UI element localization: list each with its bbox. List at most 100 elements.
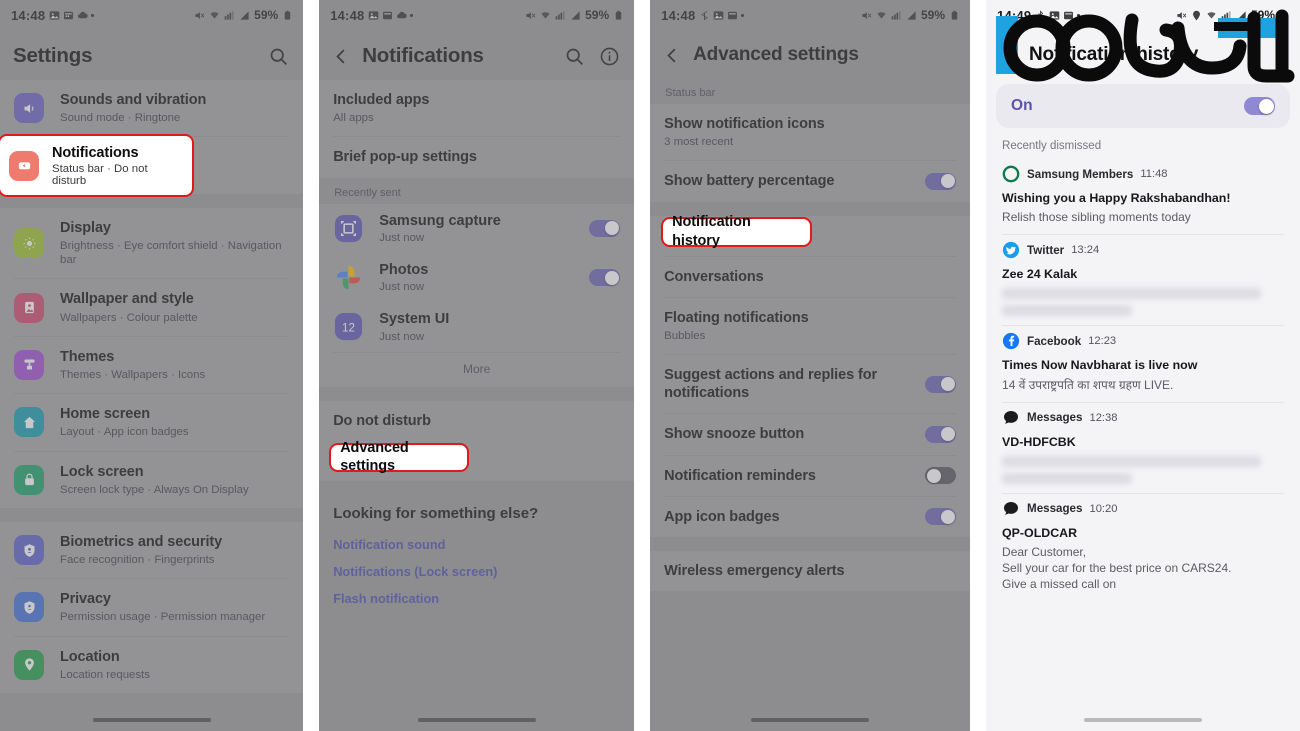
notification-item[interactable]: Messages 12:38 VD-HDFCBK bbox=[986, 403, 1300, 493]
row-toggle[interactable] bbox=[925, 425, 957, 443]
adv-row-notification-reminders[interactable]: Notification reminders bbox=[650, 456, 970, 496]
adv-row-show-battery-percentage[interactable]: Show battery percentage bbox=[650, 161, 970, 201]
row-title: Show battery percentage bbox=[664, 173, 835, 190]
gallery-icon bbox=[713, 10, 724, 21]
notif-group-top: Included apps All apps Brief pop-up sett… bbox=[319, 80, 635, 178]
adv-row-app-icon-badges[interactable]: App icon badges bbox=[650, 497, 970, 537]
settings-item-privacy[interactable]: Privacy Permission usage · Permission ma… bbox=[0, 579, 303, 635]
recently-dismissed-label: Recently dismissed bbox=[1002, 140, 1102, 152]
phone-screen-notifications: 14:48 59% Notifications Included apps Al… bbox=[319, 0, 635, 731]
system-ui-icon: 12 bbox=[333, 311, 364, 342]
gallery-icon bbox=[368, 10, 379, 21]
back-arrow-icon[interactable] bbox=[332, 47, 351, 66]
row-title: Notification reminders bbox=[664, 467, 816, 484]
settings-item-display[interactable]: Display Brightness · Eye comfort shield … bbox=[0, 208, 303, 279]
back-arrow-icon[interactable] bbox=[999, 46, 1018, 65]
row-toggle[interactable] bbox=[925, 508, 957, 526]
cloud-icon bbox=[77, 10, 88, 21]
search-icon[interactable] bbox=[564, 46, 585, 67]
app-toggle[interactable] bbox=[589, 269, 621, 287]
bluetooth-icon bbox=[699, 10, 710, 21]
history-toggle[interactable] bbox=[1244, 97, 1276, 115]
notification-item[interactable]: Facebook 12:23 Times Now Navbharat is li… bbox=[986, 326, 1300, 401]
highlight-notifications[interactable]: Notifications Status bar · Do not distur… bbox=[0, 134, 194, 197]
adv-row-conversations[interactable]: Conversations bbox=[650, 257, 970, 297]
notif-row-brief-pop-up-settings[interactable]: Brief pop-up settings bbox=[319, 137, 634, 177]
app-time: Just now bbox=[379, 281, 425, 294]
signal-icon bbox=[239, 10, 250, 21]
link-flash-notification[interactable]: Flash notification bbox=[319, 585, 634, 612]
twitter-icon bbox=[1002, 241, 1020, 259]
looking-header: Looking for something else? bbox=[333, 504, 539, 522]
row-toggle[interactable] bbox=[925, 172, 957, 190]
notif-row-included-apps[interactable]: Included apps All apps bbox=[319, 80, 634, 136]
page-title: Advanced settings bbox=[693, 44, 859, 65]
notification-item[interactable]: Twitter 13:24 Zee 24 Kalak bbox=[986, 235, 1300, 325]
settings-item-lock-screen[interactable]: Lock screen Screen lock type · Always On… bbox=[0, 452, 303, 508]
advanced-app-bar: Advanced settings bbox=[650, 30, 970, 78]
notification-title: Zee 24 Kalak bbox=[1002, 267, 1078, 282]
back-arrow-icon[interactable] bbox=[663, 46, 682, 65]
link-notification-sound[interactable]: Notification sound bbox=[319, 531, 634, 558]
search-icon[interactable] bbox=[268, 46, 289, 67]
link-notifications-lock-screen-[interactable]: Notifications (Lock screen) bbox=[319, 558, 634, 585]
highlight-notification-history[interactable]: Notification history bbox=[661, 214, 813, 249]
notification-body: Dear Customer, Sell your car for the bes… bbox=[1002, 545, 1232, 592]
notification-item[interactable]: Messages 10:20 QP-OLDCAR Dear Customer, … bbox=[986, 494, 1300, 602]
settings-item-location[interactable]: Location Location requests bbox=[0, 637, 303, 693]
status-time: 14:48 bbox=[11, 7, 46, 23]
app-row-photos[interactable]: Photos Just now bbox=[319, 253, 634, 302]
settings-item-biometrics-and-security[interactable]: Biometrics and security Face recognition… bbox=[0, 522, 303, 578]
settings-item-wallpaper-and-style[interactable]: Wallpaper and style Wallpapers · Colour … bbox=[0, 279, 303, 335]
settings-item-home-screen[interactable]: Home screen Layout · App icon badges bbox=[0, 394, 303, 450]
messages-icon bbox=[1002, 500, 1020, 518]
adv-row-suggest-actions-and-replies-for-notifica[interactable]: Suggest actions and replies for notifica… bbox=[650, 355, 970, 413]
adv-row-show-notification-icons[interactable]: Show notification icons 3 most recent bbox=[650, 104, 970, 160]
settings-app-bar: Settings bbox=[0, 30, 303, 80]
signal-icon bbox=[906, 10, 917, 21]
notification-title: QP-OLDCAR bbox=[1002, 525, 1078, 540]
notification-app-name: Messages bbox=[1027, 411, 1083, 425]
highlight-advanced-settings[interactable]: Advanced settings bbox=[329, 440, 470, 474]
notification-item[interactable]: Samsung Members 11:48 Wishing you a Happ… bbox=[986, 159, 1300, 234]
network-icon bbox=[891, 10, 902, 21]
row-toggle[interactable] bbox=[925, 467, 957, 485]
row-title: Do not disturb bbox=[333, 412, 431, 429]
settings-item-themes[interactable]: Themes Themes · Wallpapers · Icons bbox=[0, 337, 303, 393]
adv-row-show-snooze-button[interactable]: Show snooze button bbox=[650, 414, 970, 454]
row-title: Floating notifications bbox=[664, 309, 809, 326]
settings-item-subtitle: Sound mode · Ringtone bbox=[60, 112, 181, 125]
app-toggle[interactable] bbox=[589, 219, 621, 237]
adv-row-floating-notifications[interactable]: Floating notifications Bubbles bbox=[650, 298, 970, 354]
notification-app-name: Samsung Members bbox=[1027, 167, 1134, 181]
row-do-not-disturb[interactable]: Do not disturb bbox=[319, 401, 634, 441]
themes-icon bbox=[14, 349, 44, 380]
panel-separator-2 bbox=[634, 0, 651, 731]
privacy-icon bbox=[14, 592, 44, 623]
calendar-icon bbox=[727, 10, 738, 21]
notification-icon bbox=[9, 150, 39, 181]
nav-handle bbox=[986, 718, 1300, 722]
row-toggle[interactable] bbox=[925, 375, 957, 393]
settings-item-title: Biometrics and security bbox=[60, 533, 223, 550]
notifications-body: Included apps All apps Brief pop-up sett… bbox=[319, 80, 635, 612]
status-bar: 14:48 59% bbox=[650, 0, 970, 30]
info-icon[interactable] bbox=[599, 46, 620, 67]
settings-item-title: Location bbox=[60, 648, 120, 665]
adv-row-wireless-emergency-alerts[interactable]: Wireless emergency alerts bbox=[650, 551, 970, 591]
app-row-system-ui[interactable]: 12 System UI Just now bbox=[319, 302, 634, 351]
recently-sent-label: Recently sent bbox=[334, 186, 401, 199]
shield-icon bbox=[14, 535, 44, 566]
calendar-icon bbox=[63, 10, 74, 21]
row-title: App icon badges bbox=[664, 508, 780, 525]
capture-icon bbox=[333, 213, 364, 244]
settings-item-sounds-and-vibration[interactable]: Sounds and vibration Sound mode · Ringto… bbox=[0, 80, 303, 136]
phone-screen-settings: 14:48 59% Settings Sounds and vibration … bbox=[0, 0, 304, 731]
gallery-icon bbox=[1049, 10, 1060, 21]
more-button[interactable]: More bbox=[319, 353, 634, 387]
history-enable-row[interactable]: On bbox=[996, 84, 1291, 128]
highlight-subtitle: Status bar · Do not disturb bbox=[52, 163, 148, 188]
app-row-samsung-capture[interactable]: Samsung capture Just now bbox=[319, 204, 634, 253]
notification-body-redacted bbox=[1002, 288, 1284, 317]
